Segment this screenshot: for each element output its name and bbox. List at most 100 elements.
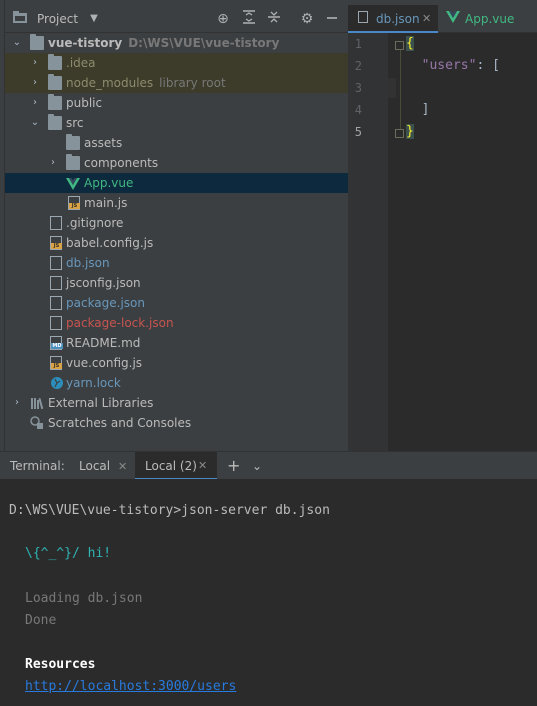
terminal-tab-local-2-label: Local (2) — [145, 459, 197, 473]
folder-icon — [48, 74, 62, 90]
vue-icon — [446, 5, 460, 33]
chevron-right-icon[interactable]: › — [11, 393, 23, 413]
folder-icon — [66, 134, 80, 150]
fold-marker-icon[interactable] — [395, 129, 404, 138]
tree-item-node-modules[interactable]: › node_modules library root — [5, 73, 348, 93]
json-file-icon — [50, 256, 62, 270]
tree-item-vue-config[interactable]: JS vue.config.js — [5, 353, 348, 373]
tree-item-root-label: vue-tistory — [48, 36, 123, 50]
fold-marker-icon[interactable] — [395, 41, 404, 50]
tree-item-main-js-label: main.js — [84, 196, 128, 210]
close-icon[interactable]: ✕ — [118, 460, 127, 473]
terminal-command: D:\WS\VUE\vue-tistory>json-server db.jso… — [9, 503, 330, 518]
line-number: 3 — [354, 81, 362, 95]
tree-item-yarn-lock[interactable]: yarn.lock — [5, 373, 348, 393]
js-file-icon: JS — [50, 356, 62, 370]
tree-item-package-json[interactable]: package.json — [5, 293, 348, 313]
folder-icon — [66, 154, 80, 170]
chevron-down-icon[interactable]: ⌄ — [29, 113, 41, 133]
tree-item-external-libraries-label: External Libraries — [48, 396, 154, 410]
tree-item-src[interactable]: ⌄ src — [5, 113, 348, 133]
close-icon[interactable]: ✕ — [422, 5, 431, 33]
terminal-resources-heading: Resources — [25, 657, 96, 672]
code-editor[interactable]: 1 2 3 4 5 { "users": [ ] } — [348, 33, 537, 451]
tree-item-babel-config-label: babel.config.js — [66, 236, 154, 250]
chevron-right-icon[interactable]: › — [47, 153, 59, 173]
project-panel: Project ▼ ⊕ ⚙ ⌄ vue-tistory D:\WS\VUE\vue… — [5, 5, 348, 451]
tree-item-assets-label: assets — [84, 136, 123, 150]
js-file-icon: JS — [68, 196, 80, 210]
terminal-header: Terminal: Local ✕ Local (2) ✕ + ⌄ — [0, 451, 537, 480]
code-line-2: "users": [ — [421, 58, 500, 73]
library-root-hint: library root — [159, 76, 226, 90]
minimize-icon[interactable] — [323, 10, 341, 28]
json-key: "users" — [421, 58, 477, 73]
tab-app-vue[interactable]: App.vue — [440, 5, 537, 33]
line-number: 2 — [354, 59, 362, 73]
fold-guide — [400, 43, 401, 138]
chevron-right-icon[interactable]: › — [29, 73, 41, 93]
json-file-icon — [358, 5, 368, 33]
project-panel-header: Project ▼ ⊕ ⚙ — [5, 5, 348, 33]
chevron-down-icon[interactable]: ▼ — [85, 10, 103, 28]
terminal-url-link[interactable]: http://localhost:3000/users — [25, 679, 236, 694]
terminal-tab-local-label: Local — [79, 459, 111, 473]
text-file-icon — [50, 216, 62, 230]
editor-gutter: 1 2 3 4 5 — [348, 33, 388, 451]
tree-item-root[interactable]: ⌄ vue-tistory D:\WS\VUE\vue-tistory — [5, 33, 348, 53]
tree-item-package-lock[interactable]: package-lock.json — [5, 313, 348, 333]
crosshair-icon[interactable]: ⊕ — [214, 10, 232, 28]
terminal-greeting: \{^_^}/ hi! — [25, 546, 112, 561]
collapse-all-icon[interactable] — [265, 10, 283, 28]
tree-item-idea[interactable]: › .idea — [5, 53, 348, 73]
tree-item-jsconfig[interactable]: jsconfig.json — [5, 273, 348, 293]
json-file-icon — [50, 316, 62, 330]
close-icon[interactable]: ✕ — [198, 452, 207, 480]
yarn-icon — [50, 376, 64, 390]
tree-item-yarn-lock-label: yarn.lock — [66, 376, 121, 390]
terminal-output[interactable]: D:\WS\VUE\vue-tistory>json-server db.jso… — [0, 479, 537, 706]
tree-item-main-js[interactable]: JS main.js — [5, 193, 348, 213]
tree-item-app-vue[interactable]: App.vue — [5, 173, 348, 193]
json-file-icon — [50, 276, 62, 290]
tree-item-db-json[interactable]: db.json — [5, 253, 348, 273]
tree-item-babel-config[interactable]: JS babel.config.js — [5, 233, 348, 253]
chevron-down-icon[interactable]: ⌄ — [11, 33, 23, 53]
code-line-4: ] — [406, 102, 430, 117]
tree-item-readme[interactable]: MD README.md — [5, 333, 348, 353]
tab-db-json[interactable]: db.json ✕ — [348, 5, 438, 33]
folder-icon — [48, 114, 62, 130]
tree-item-node-modules-label: node_modules — [66, 76, 154, 90]
terminal-tab-local[interactable]: Local ✕ — [79, 452, 127, 480]
tree-item-public-label: public — [66, 96, 103, 110]
project-panel-title[interactable]: Project — [37, 12, 78, 26]
tree-item-components[interactable]: › components — [5, 153, 348, 173]
tree-item-gitignore-label: .gitignore — [66, 216, 124, 230]
tree-item-scratches[interactable]: Scratches and Consoles — [5, 413, 348, 433]
project-folder-icon — [11, 10, 29, 28]
tree-item-external-libraries[interactable]: › External Libraries — [5, 393, 348, 413]
gear-icon[interactable]: ⚙ — [298, 10, 316, 28]
tree-item-readme-label: README.md — [66, 336, 141, 350]
tree-item-gitignore[interactable]: .gitignore — [5, 213, 348, 233]
tree-item-package-json-label: package.json — [66, 296, 146, 310]
tree-item-assets[interactable]: assets — [5, 133, 348, 153]
scratches-icon — [30, 416, 44, 430]
folder-icon — [48, 94, 62, 110]
tree-item-vue-config-label: vue.config.js — [66, 356, 143, 370]
expand-all-icon[interactable] — [240, 10, 258, 28]
library-icon — [30, 396, 44, 410]
line-number: 5 — [354, 125, 362, 139]
tree-item-app-vue-label: App.vue — [84, 176, 134, 190]
folder-icon — [48, 54, 62, 70]
terminal-tab-local-2[interactable]: Local (2) ✕ — [135, 452, 217, 480]
chevron-right-icon[interactable]: › — [29, 93, 41, 113]
chevron-right-icon[interactable]: › — [29, 53, 41, 73]
terminal-done: Done — [25, 613, 57, 628]
chevron-down-icon[interactable]: ⌄ — [252, 452, 262, 480]
tree-item-scratches-label: Scratches and Consoles — [48, 416, 192, 430]
tree-item-public[interactable]: › public — [5, 93, 348, 113]
terminal-loading: Loading db.json — [25, 591, 143, 606]
tab-app-vue-label: App.vue — [465, 12, 515, 26]
add-tab-icon[interactable]: + — [227, 452, 240, 480]
